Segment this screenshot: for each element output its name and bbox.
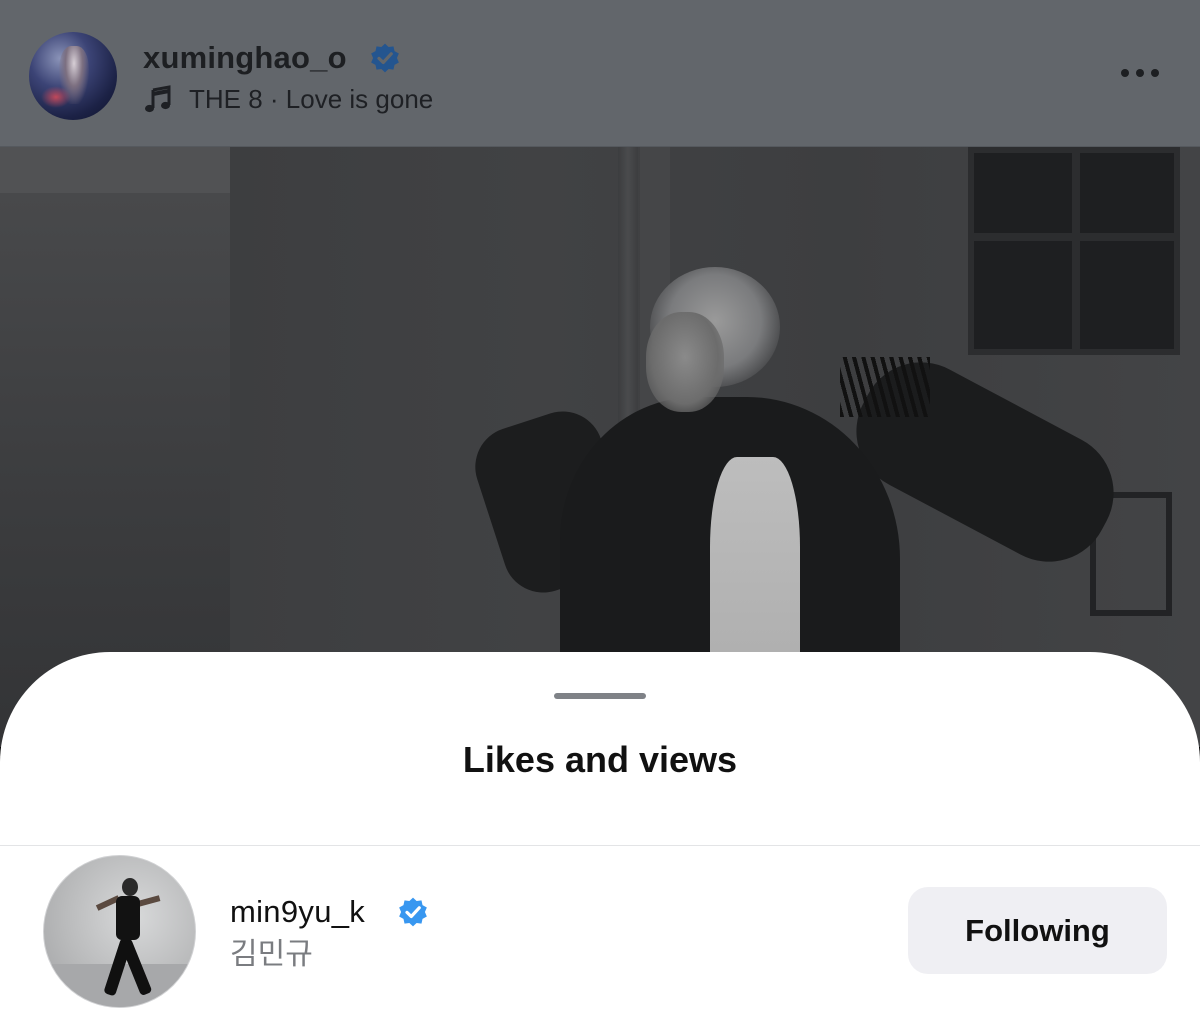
media-window — [968, 147, 1180, 355]
music-row[interactable]: THE 8 · Love is gone — [143, 82, 433, 116]
verified-badge-icon — [399, 897, 427, 927]
sheet-title: Likes and views — [462, 739, 738, 780]
sheet-grabber[interactable] — [554, 693, 646, 699]
avatar[interactable] — [43, 855, 196, 1008]
music-track-label: THE 8 · Love is gone — [189, 84, 434, 114]
more-options-icon[interactable] — [1112, 58, 1168, 88]
post-author-username[interactable]: xuminghao_o — [143, 38, 347, 78]
music-note-icon — [145, 85, 171, 113]
post-header: xuminghao_o THE 8 · Love is gone — [0, 0, 1200, 147]
avatar-figure-head — [122, 878, 138, 896]
more-dot — [1121, 69, 1129, 77]
media-figure-face — [646, 312, 724, 412]
likes-sheet: Likes and views min9yu_k 김민규 Following — [0, 652, 1200, 1027]
post-author-avatar[interactable] — [29, 32, 117, 120]
list-item[interactable]: min9yu_k 김민규 Following — [0, 846, 1200, 1027]
avatar-figure-body — [116, 896, 140, 940]
more-dot — [1151, 69, 1159, 77]
more-dot — [1136, 69, 1144, 77]
avatar-glow — [41, 86, 71, 108]
user-username[interactable]: min9yu_k — [230, 892, 365, 932]
verified-badge-icon — [371, 43, 399, 73]
following-button[interactable]: Following — [908, 887, 1167, 974]
media-figure-fringe — [840, 357, 930, 417]
user-full-name: 김민규 — [230, 938, 313, 971]
avatar-figure-arm — [137, 895, 161, 907]
media-ceiling — [0, 147, 230, 193]
